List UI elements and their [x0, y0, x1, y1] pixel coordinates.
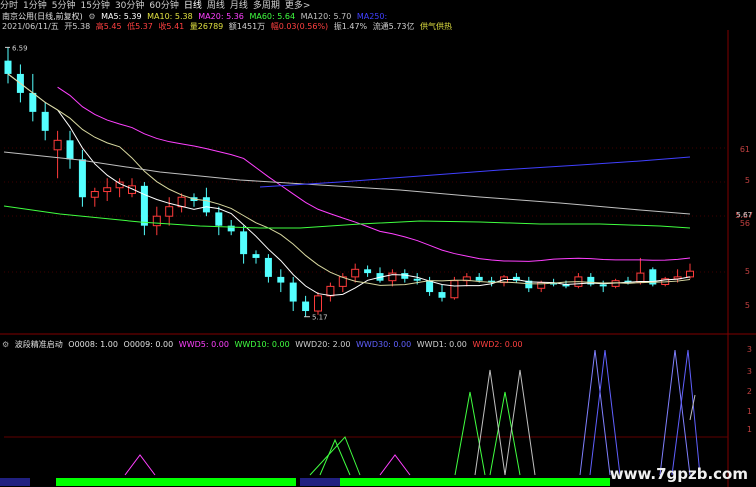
ma250-line	[259, 156, 691, 188]
indicator-peak-e	[671, 349, 701, 476]
signal-bar-gap	[300, 478, 340, 486]
candle-body	[426, 280, 434, 293]
ma20-line	[57, 86, 691, 262]
signal-bar-2	[340, 478, 610, 486]
candle-body	[252, 254, 260, 258]
indicator-peak-a	[309, 436, 361, 476]
candle-body	[686, 270, 694, 278]
candle-body	[438, 292, 446, 298]
candle-body	[240, 231, 248, 255]
watermark: www.7gpzb.com	[609, 465, 748, 483]
candle-body	[215, 212, 223, 226]
ind-wwd30: WWD30: 0.00	[356, 340, 412, 349]
indicator-scale-label-1: 3	[747, 367, 752, 376]
price-scale-label-5: 5	[745, 301, 750, 310]
indicator-peak-1	[319, 438, 351, 476]
candle-body	[90, 191, 99, 198]
price-scale-label-1: 5	[745, 176, 750, 185]
indicator-scale-label-0: 3	[747, 345, 752, 354]
price-scale-label-0: 61	[740, 145, 750, 154]
ind-v2: O0009: 0.00	[123, 340, 174, 349]
indicator-peak-c	[504, 369, 536, 476]
indicator-settings-icon[interactable]: ⚙	[2, 340, 9, 349]
candle-body	[103, 187, 112, 193]
candle-body	[264, 257, 272, 277]
ma60-line	[3, 205, 691, 229]
candle-body	[413, 278, 421, 281]
indicator-title: 波段精准启动	[14, 340, 63, 349]
candle-body	[53, 139, 62, 151]
candle-body	[302, 301, 310, 312]
ind-wwd10: WWD10: 0.00	[234, 340, 290, 349]
indicator-peak-b	[474, 369, 506, 476]
ind-v1: O0008: 1.00	[68, 340, 118, 349]
ind-wwd1: WWD1: 0.00	[416, 340, 467, 349]
candle-body	[326, 285, 335, 297]
candle-body	[140, 185, 148, 226]
candle-body	[29, 92, 37, 112]
kline-chart[interactable]: 6155.675655332116.595.175.67	[0, 0, 756, 487]
ind-wwd5: WWD5: 0.00	[178, 340, 229, 349]
indicator-peak-5	[579, 349, 611, 476]
candle-body	[289, 282, 297, 302]
candle-body	[277, 276, 285, 283]
candle-body	[66, 140, 74, 160]
signal-bar-1	[56, 478, 296, 486]
candle-body	[165, 206, 174, 217]
candle-body	[4, 60, 12, 74]
price-scale-label-3: 56	[740, 219, 750, 228]
candle-body	[599, 284, 607, 287]
indicator-scale-label-3: 1	[747, 407, 752, 416]
price-scale-label-4: 5	[745, 267, 750, 276]
candle-body	[78, 159, 86, 198]
ind-wwd2: WWD2: 0.00	[472, 340, 523, 349]
current-price-label: 5.67	[736, 211, 752, 219]
indicator-header: ⚙ 波段精准启动 O0008: 1.00 O0009: 0.00 WWD5: 0…	[2, 340, 526, 350]
candle-body	[351, 268, 360, 278]
indicator-peak-0	[124, 454, 156, 476]
candle-body	[41, 111, 49, 131]
candle-body	[202, 197, 210, 213]
indicator-peak-2	[379, 454, 411, 476]
high-price-label: 6.59	[12, 44, 28, 52]
candle-body	[475, 276, 483, 281]
ma5-line	[7, 73, 691, 296]
candle-body	[450, 280, 459, 299]
candle-body	[364, 269, 372, 274]
ind-wwd20: WWD20: 2.00	[295, 340, 351, 349]
indicator-scale-label-4: 1	[747, 425, 752, 434]
indicator-peak-d	[589, 349, 621, 476]
signal-bar-0	[0, 478, 30, 486]
indicator-scale-label-2: 2	[747, 387, 752, 396]
ma10-line	[7, 73, 691, 286]
low-price-label: 5.17	[312, 314, 328, 322]
candle-body	[314, 295, 322, 312]
candle-body	[152, 215, 161, 227]
